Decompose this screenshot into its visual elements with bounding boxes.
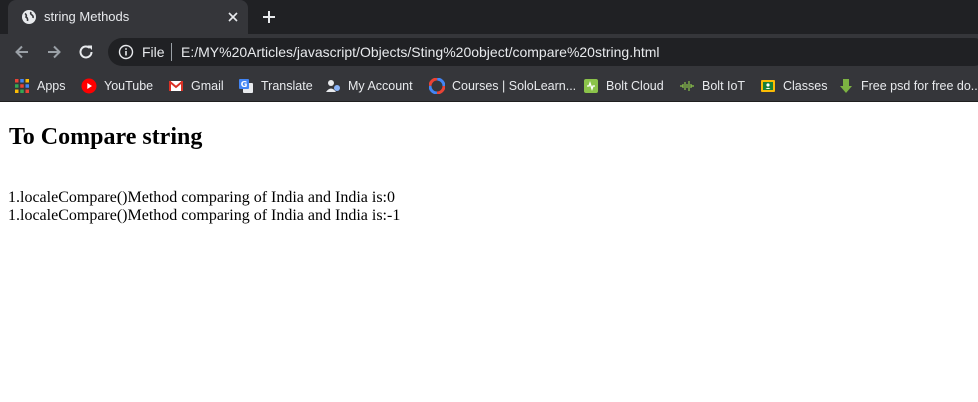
- bookmark-label: My Account: [348, 79, 413, 93]
- info-icon[interactable]: [118, 44, 134, 60]
- youtube-icon: [81, 78, 97, 94]
- bookmark-label: Bolt Cloud: [606, 79, 664, 93]
- result-line: 1.localeCompare()Method comparing of Ind…: [8, 189, 395, 206]
- address-separator: [171, 43, 172, 61]
- bookmark-translate[interactable]: G Translate: [238, 76, 313, 96]
- my-account-icon: [326, 80, 340, 92]
- svg-text:G: G: [241, 80, 248, 89]
- bookmark-label: Free psd for free do...: [861, 79, 978, 93]
- bookmark-label: Courses | SoloLearn...: [452, 79, 577, 93]
- bookmarks-bar: Apps YouTube Gmail G Translate My Accoun: [0, 70, 978, 102]
- browser-toolbar: File E:/MY%20Articles/javascript/Objects…: [0, 34, 978, 70]
- url-text[interactable]: E:/MY%20Articles/javascript/Objects/Stin…: [181, 44, 660, 60]
- bookmark-youtube[interactable]: YouTube: [81, 76, 153, 96]
- reload-icon[interactable]: [76, 42, 96, 62]
- globe-icon: [22, 10, 36, 24]
- back-arrow-icon[interactable]: [12, 42, 32, 62]
- download-arrow-icon: [840, 79, 852, 93]
- tab-strip: string Methods: [0, 0, 978, 34]
- sololearn-icon: [429, 78, 445, 94]
- bookmark-classes[interactable]: Classes: [760, 76, 827, 96]
- scheme-label: File: [142, 44, 165, 60]
- bookmark-bolt-cloud[interactable]: Bolt Cloud: [583, 76, 664, 96]
- bookmark-apps[interactable]: Apps: [14, 76, 66, 96]
- page-content: To Compare string 1.localeCompare()Metho…: [0, 103, 978, 402]
- bookmark-sololearn[interactable]: Courses | SoloLearn...: [429, 76, 576, 96]
- forward-arrow-icon[interactable]: [44, 42, 64, 62]
- classes-icon: [761, 80, 775, 92]
- browser-tab[interactable]: string Methods: [8, 0, 248, 34]
- page-heading: To Compare string: [9, 124, 203, 150]
- bookmark-free-psd[interactable]: Free psd for free do...: [838, 76, 978, 96]
- gmail-icon: [168, 80, 184, 91]
- bookmark-bolt-iot[interactable]: Bolt IoT: [679, 76, 745, 96]
- tab-title: string Methods: [44, 9, 130, 24]
- close-tab-icon[interactable]: [225, 9, 241, 25]
- bookmark-label: Classes: [783, 79, 828, 93]
- bookmark-label: Apps: [37, 79, 66, 93]
- bookmark-gmail[interactable]: Gmail: [168, 76, 224, 96]
- bookmark-label: Gmail: [191, 79, 224, 93]
- bolt-iot-icon: [680, 81, 694, 91]
- apps-grid-icon: [15, 79, 29, 93]
- bookmark-label: Translate: [261, 79, 313, 93]
- bookmark-label: YouTube: [104, 79, 154, 93]
- result-line: 1.localeCompare()Method comparing of Ind…: [8, 207, 401, 224]
- bookmark-my-account[interactable]: My Account: [325, 76, 413, 96]
- new-tab-icon[interactable]: [260, 8, 278, 26]
- bookmark-label: Bolt IoT: [702, 79, 746, 93]
- bolt-cloud-icon: [584, 79, 598, 93]
- address-bar[interactable]: File E:/MY%20Articles/javascript/Objects…: [108, 38, 978, 66]
- translate-icon: G: [239, 79, 253, 93]
